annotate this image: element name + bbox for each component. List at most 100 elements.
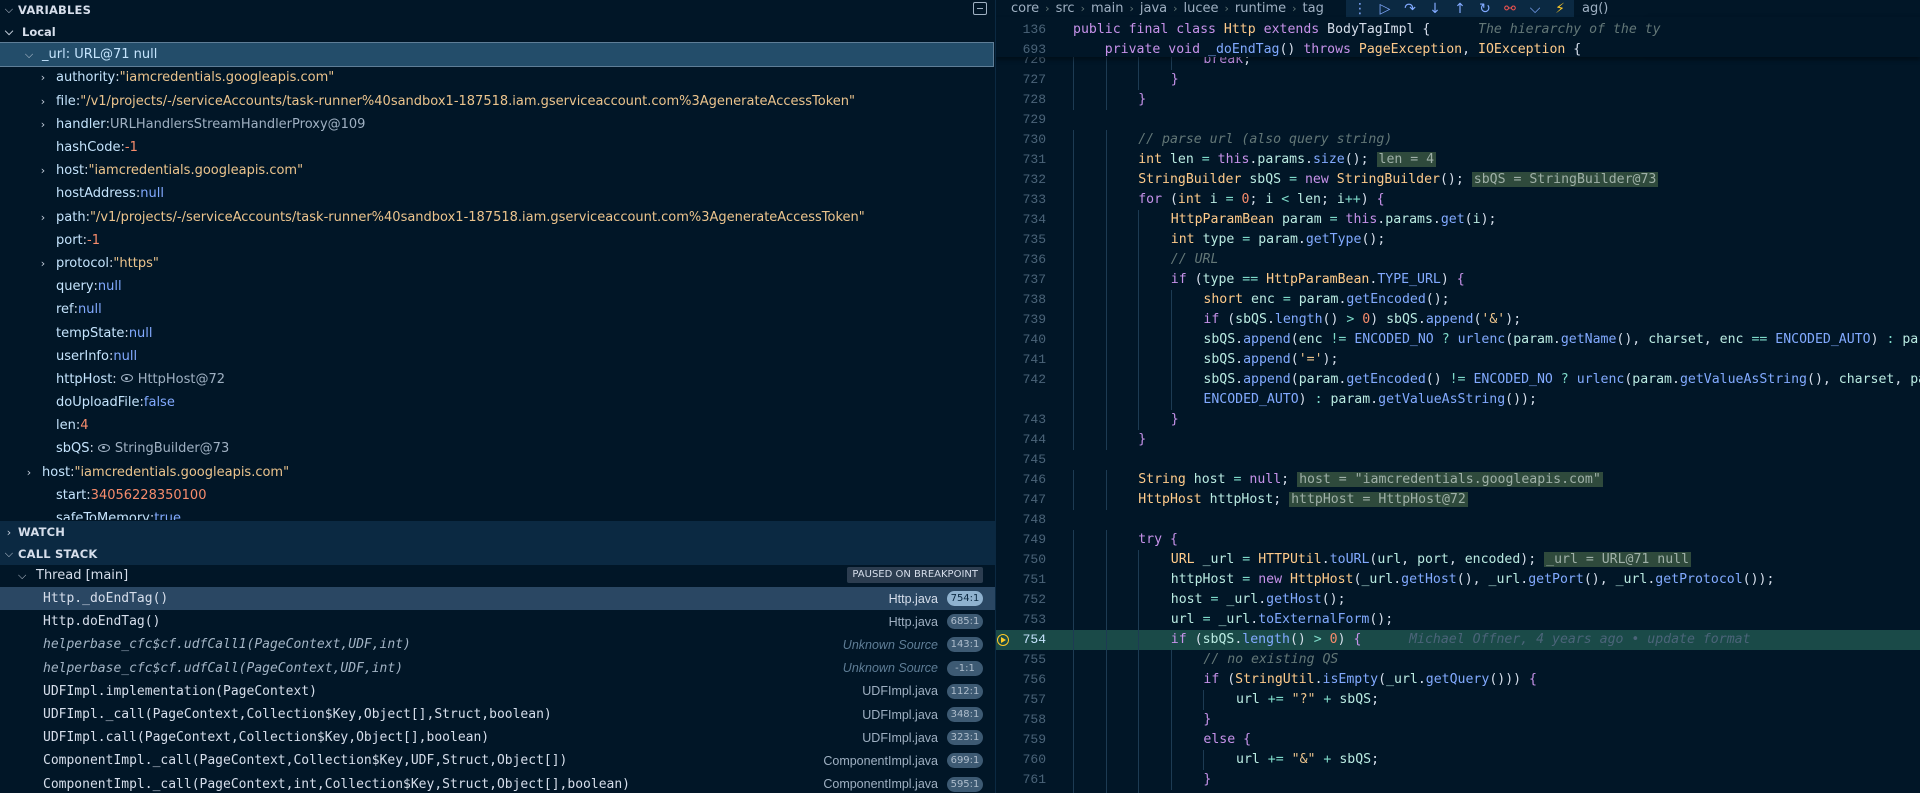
breadcrumb-item[interactable]: lucee [1184, 1, 1219, 16]
code-line: 736 // URL [996, 250, 1920, 270]
frame-function: helperbase_cfc$cf.udfCall1(PageContext,U… [43, 637, 411, 653]
stack-frame[interactable]: helperbase_cfc$cf.udfCall(PageContext,UD… [0, 657, 995, 680]
step-over-icon[interactable]: ↷ [1402, 1, 1418, 17]
variable-row[interactable]: › host: "iamcredentials.googleapis.com" [0, 461, 995, 484]
variable-row[interactable]: › authority: "iamcredentials.googleapis.c… [0, 66, 995, 89]
indent-guide [1170, 690, 1172, 710]
indent-guide [1105, 690, 1107, 710]
watch-section-header[interactable]: › WATCH [0, 521, 995, 543]
variable-row[interactable]: hostAddress: null [0, 182, 995, 205]
line-number: 755 [1022, 652, 1046, 667]
frame-line-badge: 754:1 [947, 591, 983, 606]
variable-row[interactable]: len: 4 [0, 414, 995, 437]
indent-guide [1138, 390, 1140, 410]
line-number: 761 [1022, 772, 1046, 787]
indent-guide [1073, 730, 1074, 750]
stack-frame[interactable]: ComponentImpl._call(PageContext,int,Coll… [0, 773, 995, 793]
disconnect-icon[interactable]: ⚯ [1502, 1, 1518, 17]
variable-row[interactable]: › host: "iamcredentials.googleapis.com" [0, 159, 995, 182]
variables-section-header[interactable]: ⌵ VARIABLES [0, 0, 995, 20]
variable-row[interactable]: › file: "/v1/projects/-/serviceAccounts/t… [0, 90, 995, 113]
thread-row[interactable]: ⌵ Thread [main] PAUSED ON BREAKPOINT [0, 564, 995, 587]
variable-value: null [128, 325, 153, 341]
code-line: 747 HttpHost httpHost; httpHost = HttpHos… [996, 490, 1920, 510]
lightning-icon[interactable]: ⚡ [1552, 1, 1568, 17]
variable-row[interactable]: sbQS: StringBuilder@73 [0, 437, 995, 460]
indent-guide [1105, 730, 1107, 750]
code-line: 756 if (StringUtil.isEmpty(_url.getQuery(… [996, 670, 1920, 690]
indent-guide [1105, 210, 1107, 230]
stack-frame[interactable]: UDFImpl._call(PageContext,Collection$Key… [0, 703, 995, 726]
variable-row[interactable]: › path: "/v1/projects/-/serviceAccounts/t… [0, 206, 995, 229]
variable-row[interactable]: tempState: null [0, 321, 995, 344]
chevron-right-icon: › [26, 465, 32, 479]
variable-value: "iamcredentials.googleapis.com" [119, 70, 335, 86]
line-number: 735 [1022, 232, 1046, 247]
chevron-right-icon: › [1173, 2, 1178, 15]
indent-guide [1073, 90, 1074, 110]
indent-guide [1073, 490, 1074, 510]
code-text: StringBuilder sbQS = new StringBuilder()… [1138, 172, 1659, 187]
variable-row[interactable]: safeToMemory: true [0, 507, 995, 520]
variable-row[interactable]: userInfo: null [0, 345, 995, 368]
breadcrumb-item[interactable]: src [1056, 1, 1075, 16]
indent-guide [1138, 570, 1140, 590]
variable-row[interactable]: doUploadFile: false [0, 391, 995, 414]
indent-guide [1105, 370, 1107, 390]
chevron-down-icon[interactable]: ⌵ [1527, 1, 1543, 17]
line-number: 760 [1022, 752, 1046, 767]
continue-icon[interactable]: ▷ [1377, 1, 1393, 17]
code-line: 761} [996, 770, 1920, 790]
frame-function: helperbase_cfc$cf.udfCall(PageContext,UD… [43, 660, 404, 676]
code-text: HttpParamBean param = this.params.get(i)… [1170, 212, 1497, 227]
variable-name: hashCode [56, 140, 121, 156]
code-text: if (StringUtil.isEmpty(_url.getQuery()))… [1203, 672, 1537, 687]
variable-row[interactable]: › handler: URLHandlersStreamHandlerProxy@… [0, 113, 995, 136]
eye-icon [97, 443, 110, 452]
breadcrumb-item[interactable]: core [1011, 1, 1039, 16]
line-number: 746 [1022, 472, 1046, 487]
collapse-all-icon[interactable] [973, 2, 987, 15]
line-number: 754 [1022, 632, 1046, 647]
stack-frame[interactable]: ComponentImpl._call(PageContext,Collecti… [0, 749, 995, 772]
frame-function: UDFImpl.call(PageContext,Collection$Key,… [43, 730, 490, 746]
variable-row[interactable]: httpHost: HttpHost@72 [0, 368, 995, 391]
code-line: 735 int type = param.getType(); [996, 230, 1920, 250]
variable-row[interactable]: › protocol: "https" [0, 252, 995, 275]
stack-frame[interactable]: UDFImpl.implementation(PageContext) UDFIm… [0, 680, 995, 703]
code-line: 741 sbQS.append('='); [996, 350, 1920, 370]
variables-tree: ⌵ Local ⌵ _url: URL@71 null › authority: … [0, 20, 995, 520]
variable-value: null [97, 279, 122, 295]
code-line: 729 [996, 110, 1920, 130]
restart-icon[interactable]: ↻ [1477, 1, 1493, 17]
stack-frame[interactable]: helperbase_cfc$cf.udfCall1(PageContext,U… [0, 633, 995, 656]
variable-row[interactable]: query: null [0, 275, 995, 298]
stack-frame[interactable]: Http.doEndTag() Http.java 685:1 [0, 610, 995, 633]
call-stack-list: ⌵ Thread [main] PAUSED ON BREAKPOINT Htt… [0, 564, 995, 793]
breadcrumb-item[interactable]: java [1140, 1, 1167, 16]
variable-row-url[interactable]: ⌵ _url: URL@71 null [0, 42, 994, 68]
variable-row[interactable]: ref: null [0, 298, 995, 321]
code-text: } [1203, 772, 1212, 787]
variable-row[interactable]: start: 34056228350100 [0, 484, 995, 507]
breadcrumb-item[interactable]: main [1091, 1, 1123, 16]
breadcrumb-item[interactable]: tag [1303, 1, 1324, 16]
drag-handle-icon[interactable]: ⋮ [1352, 1, 1368, 17]
step-out-icon[interactable]: ↑ [1452, 1, 1468, 17]
line-number: 734 [1022, 212, 1046, 227]
indent-guide [1073, 170, 1074, 190]
stack-frame[interactable]: Http._doEndTag() Http.java 754:1 [0, 587, 995, 611]
step-into-icon[interactable]: ↓ [1427, 1, 1443, 17]
stack-frame[interactable]: UDFImpl.call(PageContext,Collection$Key,… [0, 726, 995, 749]
callstack-section-header[interactable]: ⌵ CALL STACK [0, 543, 995, 565]
editor-pane: 726 break; 727} 728} 729 730// parse url (als… [995, 0, 1920, 793]
scope-local[interactable]: ⌵ Local [0, 20, 995, 43]
code-text: for (int i = 0; i < len; i++) { [1138, 192, 1385, 207]
variable-row[interactable]: hashCode: -1 [0, 136, 995, 159]
variable-value: "/v1/projects/-/serviceAccounts/task-run… [80, 93, 856, 109]
variable-row[interactable]: port: -1 [0, 229, 995, 252]
frame-source: Http.java [888, 591, 938, 606]
indent-guide [1105, 350, 1107, 370]
frame-line-badge: 143:1 [947, 637, 983, 653]
breadcrumb-item[interactable]: runtime [1235, 1, 1286, 16]
